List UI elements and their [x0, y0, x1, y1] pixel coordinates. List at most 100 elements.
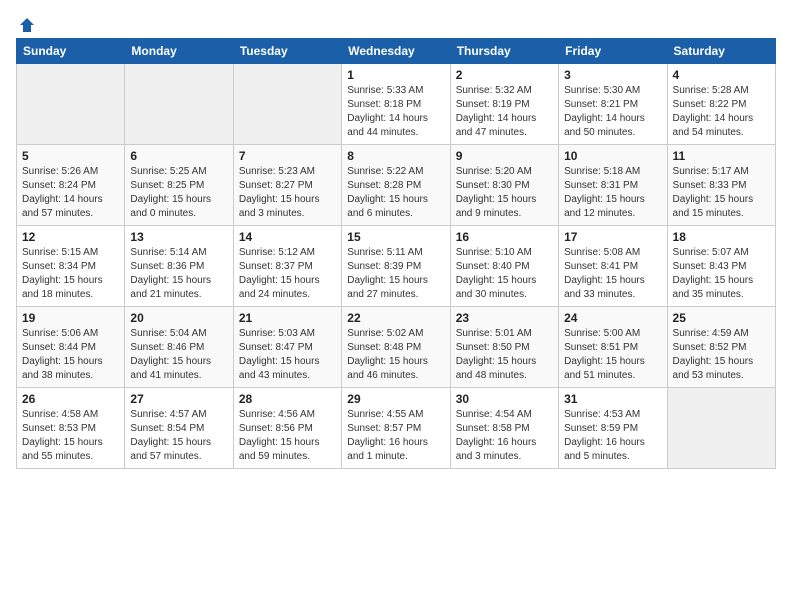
day-number: 17 [564, 230, 661, 244]
day-number: 25 [673, 311, 770, 325]
day-cell: 19Sunrise: 5:06 AMSunset: 8:44 PMDayligh… [17, 307, 125, 388]
day-number: 28 [239, 392, 336, 406]
day-number: 6 [130, 149, 227, 163]
day-number: 22 [347, 311, 444, 325]
day-info: Sunrise: 5:01 AMSunset: 8:50 PMDaylight:… [456, 327, 553, 383]
day-info: Sunrise: 5:18 AMSunset: 8:31 PMDaylight:… [564, 165, 661, 221]
day-cell: 14 Sunrise: 5:12 AMSunset: 8:37 PMDayligh… [233, 226, 341, 307]
day-info: Sunrise: 4:55 AMSunset: 8:57 PMDaylight:… [347, 408, 444, 464]
weekday-header-sunday: Sunday [17, 39, 125, 64]
logo-icon [18, 16, 36, 34]
day-cell: 15 Sunrise: 5:11 AMSunset: 8:39 PMDayligh… [342, 226, 450, 307]
week-row-1: 1 Sunrise: 5:33 AMSunset: 8:18 PMDaylight… [17, 64, 776, 145]
day-number: 1 [347, 68, 444, 82]
day-cell: 30 Sunrise: 4:54 AMSunset: 8:58 PMDayligh… [450, 388, 558, 469]
day-cell: 7 Sunrise: 5:23 AMSunset: 8:27 PMDaylight… [233, 145, 341, 226]
day-cell: 20 Sunrise: 5:04 AMSunset: 8:46 PMDayligh… [125, 307, 233, 388]
day-cell: 26 Sunrise: 4:58 AMSunset: 8:53 PMDayligh… [17, 388, 125, 469]
day-cell: 6 Sunrise: 5:25 AMSunset: 8:25 PMDaylight… [125, 145, 233, 226]
day-info: Sunrise: 5:04 AMSunset: 8:46 PMDaylight:… [130, 327, 227, 383]
header [16, 16, 776, 30]
day-info: Sunrise: 4:59 AMSunset: 8:52 PMDaylight:… [673, 327, 770, 383]
day-cell: 23 Sunrise: 5:01 AMSunset: 8:50 PMDayligh… [450, 307, 558, 388]
day-cell: 28Sunrise: 4:56 AMSunset: 8:56 PMDayligh… [233, 388, 341, 469]
day-info: Sunrise: 5:20 AMSunset: 8:30 PMDaylight:… [456, 165, 553, 221]
day-cell: 8 Sunrise: 5:22 AMSunset: 8:28 PMDaylight… [342, 145, 450, 226]
day-number: 26 [22, 392, 119, 406]
day-info: Sunrise: 5:14 AMSunset: 8:36 PMDaylight:… [130, 246, 227, 302]
day-number: 13 [130, 230, 227, 244]
day-info: Sunrise: 5:03 AMSunset: 8:47 PMDaylight:… [239, 327, 336, 383]
day-info: Sunrise: 4:58 AMSunset: 8:53 PMDaylight:… [22, 408, 119, 464]
day-info: Sunrise: 5:25 AMSunset: 8:25 PMDaylight:… [130, 165, 227, 221]
day-number: 10 [564, 149, 661, 163]
day-cell [233, 64, 341, 145]
day-cell: 22Sunrise: 5:02 AMSunset: 8:48 PMDayligh… [342, 307, 450, 388]
day-cell: 3Sunrise: 5:30 AMSunset: 8:21 PMDaylight… [559, 64, 667, 145]
day-number: 30 [456, 392, 553, 406]
day-info: Sunrise: 4:57 AMSunset: 8:54 PMDaylight:… [130, 408, 227, 464]
day-cell [125, 64, 233, 145]
day-cell: 27Sunrise: 4:57 AMSunset: 8:54 PMDayligh… [125, 388, 233, 469]
day-info: Sunrise: 5:12 AMSunset: 8:37 PMDaylight:… [239, 246, 336, 302]
day-info: Sunrise: 5:17 AMSunset: 8:33 PMDaylight:… [673, 165, 770, 221]
day-info: Sunrise: 5:10 AMSunset: 8:40 PMDaylight:… [456, 246, 553, 302]
week-row-5: 26 Sunrise: 4:58 AMSunset: 8:53 PMDayligh… [17, 388, 776, 469]
calendar-table: SundayMondayTuesdayWednesdayThursdayFrid… [16, 38, 776, 469]
day-cell: 31Sunrise: 4:53 AMSunset: 8:59 PMDayligh… [559, 388, 667, 469]
week-row-2: 5 Sunrise: 5:26 AMSunset: 8:24 PMDaylight… [17, 145, 776, 226]
day-cell [667, 388, 775, 469]
day-number: 12 [22, 230, 119, 244]
day-number: 19 [22, 311, 119, 325]
day-cell: 21 Sunrise: 5:03 AMSunset: 8:47 PMDayligh… [233, 307, 341, 388]
day-number: 14 [239, 230, 336, 244]
day-cell: 16Sunrise: 5:10 AMSunset: 8:40 PMDayligh… [450, 226, 558, 307]
day-info: Sunrise: 5:11 AMSunset: 8:39 PMDaylight:… [347, 246, 444, 302]
day-cell: 29Sunrise: 4:55 AMSunset: 8:57 PMDayligh… [342, 388, 450, 469]
weekday-header-row: SundayMondayTuesdayWednesdayThursdayFrid… [17, 39, 776, 64]
day-cell: 10 Sunrise: 5:18 AMSunset: 8:31 PMDayligh… [559, 145, 667, 226]
weekday-header-saturday: Saturday [667, 39, 775, 64]
day-number: 23 [456, 311, 553, 325]
day-info: Sunrise: 5:23 AMSunset: 8:27 PMDaylight:… [239, 165, 336, 221]
day-cell: 1 Sunrise: 5:33 AMSunset: 8:18 PMDaylight… [342, 64, 450, 145]
day-info: Sunrise: 5:30 AMSunset: 8:21 PMDaylight:… [564, 84, 661, 140]
day-number: 5 [22, 149, 119, 163]
day-cell: 24 Sunrise: 5:00 AMSunset: 8:51 PMDayligh… [559, 307, 667, 388]
day-cell: 17 Sunrise: 5:08 AMSunset: 8:41 PMDayligh… [559, 226, 667, 307]
day-info: Sunrise: 5:28 AMSunset: 8:22 PMDaylight:… [673, 84, 770, 140]
day-cell: 2 Sunrise: 5:32 AMSunset: 8:19 PMDaylight… [450, 64, 558, 145]
day-number: 21 [239, 311, 336, 325]
logo [16, 16, 36, 30]
day-info: Sunrise: 5:22 AMSunset: 8:28 PMDaylight:… [347, 165, 444, 221]
day-cell: 9 Sunrise: 5:20 AMSunset: 8:30 PMDaylight… [450, 145, 558, 226]
day-info: Sunrise: 5:00 AMSunset: 8:51 PMDaylight:… [564, 327, 661, 383]
day-number: 15 [347, 230, 444, 244]
week-row-3: 12 Sunrise: 5:15 AMSunset: 8:34 PMDayligh… [17, 226, 776, 307]
day-number: 20 [130, 311, 227, 325]
day-info: Sunrise: 5:07 AMSunset: 8:43 PMDaylight:… [673, 246, 770, 302]
day-cell: 25 Sunrise: 4:59 AMSunset: 8:52 PMDayligh… [667, 307, 775, 388]
day-cell: 13 Sunrise: 5:14 AMSunset: 8:36 PMDayligh… [125, 226, 233, 307]
day-number: 8 [347, 149, 444, 163]
day-info: Sunrise: 5:08 AMSunset: 8:41 PMDaylight:… [564, 246, 661, 302]
day-cell [17, 64, 125, 145]
day-number: 18 [673, 230, 770, 244]
day-info: Sunrise: 5:26 AMSunset: 8:24 PMDaylight:… [22, 165, 119, 221]
day-info: Sunrise: 5:32 AMSunset: 8:19 PMDaylight:… [456, 84, 553, 140]
day-number: 7 [239, 149, 336, 163]
weekday-header-thursday: Thursday [450, 39, 558, 64]
day-info: Sunrise: 4:54 AMSunset: 8:58 PMDaylight:… [456, 408, 553, 464]
day-cell: 18 Sunrise: 5:07 AMSunset: 8:43 PMDayligh… [667, 226, 775, 307]
weekday-header-monday: Monday [125, 39, 233, 64]
day-number: 11 [673, 149, 770, 163]
day-info: Sunrise: 5:33 AMSunset: 8:18 PMDaylight:… [347, 84, 444, 140]
day-info: Sunrise: 5:15 AMSunset: 8:34 PMDaylight:… [22, 246, 119, 302]
day-number: 24 [564, 311, 661, 325]
day-number: 2 [456, 68, 553, 82]
day-number: 31 [564, 392, 661, 406]
weekday-header-tuesday: Tuesday [233, 39, 341, 64]
day-cell: 5 Sunrise: 5:26 AMSunset: 8:24 PMDaylight… [17, 145, 125, 226]
day-number: 4 [673, 68, 770, 82]
day-number: 9 [456, 149, 553, 163]
